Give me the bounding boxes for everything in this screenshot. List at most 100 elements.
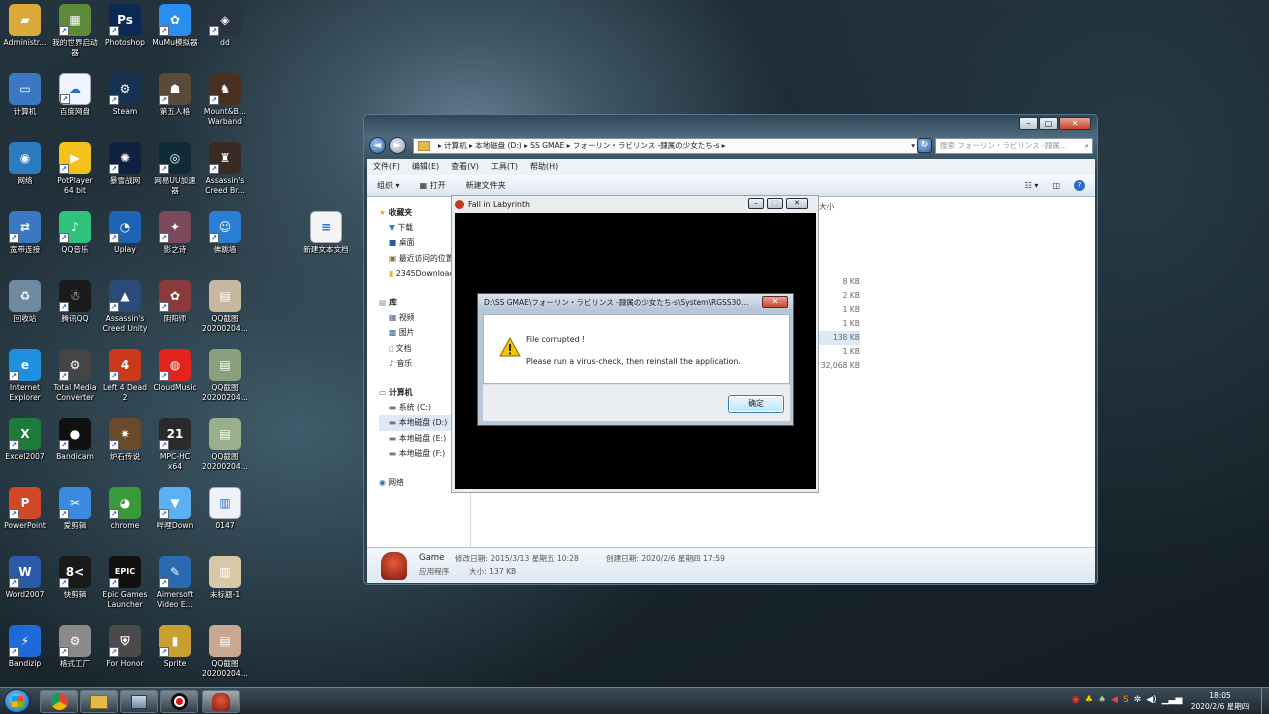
desktop-icon-30[interactable]: X ↗ Excel2007	[2, 418, 48, 462]
taskbar-game[interactable]	[202, 690, 240, 713]
desktop-icon-38[interactable]: ▼ ↗ 哔哩Down	[152, 487, 198, 531]
desktop-icon-7[interactable]: ⚙ ↗ Steam	[102, 73, 148, 117]
desktop-icon-11[interactable]: ▶ ↗ PotPlayer 64 bit	[52, 142, 98, 196]
desktop-icon-19[interactable]: ☺ ↗ 佛跳墙	[202, 211, 248, 255]
forward-button[interactable]: ►	[389, 137, 406, 154]
menu-tools[interactable]: 工具(T)	[491, 159, 518, 175]
help-icon[interactable]: ?	[1074, 180, 1085, 191]
taskbar-bandicam[interactable]	[160, 690, 198, 713]
desktop-icon-47[interactable]: ⛨ ↗ For Honor	[102, 625, 148, 669]
desktop-icon-13[interactable]: ◎ ↗ 网易UU加速器	[152, 142, 198, 196]
desktop-icon-23[interactable]: ✿ ↗ 阴阳师	[152, 280, 198, 324]
desktop-icon-50[interactable]: ≡ 新建文本文档	[303, 211, 349, 255]
desktop-icon-3[interactable]: ✿ ↗ MuMu模拟器	[152, 4, 198, 48]
view-options-icon[interactable]: ☷ ▾	[1025, 175, 1039, 196]
desktop-icon-33[interactable]: 21 ↗ MPC-HC x64	[152, 418, 198, 472]
game-maximize-button[interactable]: □	[767, 198, 783, 209]
desktop-icon-18[interactable]: ✦ ↗ 影之诗	[152, 211, 198, 255]
settings-tray-icon[interactable]: ✲	[1134, 695, 1142, 705]
network-tray-icon[interactable]: ♠	[1098, 695, 1106, 705]
desktop-icon-26[interactable]: ⚙↗Total Media Converter ...	[52, 349, 98, 405]
desktop-icon-29[interactable]: ▤ QQ截图20200204...	[202, 349, 248, 403]
qq-tray-icon[interactable]: ♣	[1085, 695, 1093, 705]
close-button[interactable]: ✕	[1059, 117, 1091, 130]
game-title-bar[interactable]: Fall in Labyrinth – □ ✕	[452, 196, 818, 213]
game-minimize-button[interactable]: –	[748, 198, 764, 209]
arrow-tray-icon[interactable]: ◀	[1111, 695, 1118, 705]
desktop-icon-42[interactable]: EPIC ↗ Epic Games Launcher	[102, 556, 148, 610]
desktop-icon-31[interactable]: ● ↗ Bandicam	[52, 418, 98, 462]
desktop-icon-21[interactable]: ☃ ↗ 腾讯QQ	[52, 280, 98, 324]
desktop-icon-4[interactable]: ◈ ↗ dd	[202, 4, 248, 48]
desktop-icon-24[interactable]: ▤ QQ截图20200204...	[202, 280, 248, 334]
menu-view[interactable]: 查看(V)	[451, 159, 479, 175]
menu-file[interactable]: 文件(F)	[373, 159, 400, 175]
desktop-icon-20[interactable]: ♻ 回收站	[2, 280, 48, 324]
address-dropdown-icon[interactable]: ▾	[911, 139, 915, 153]
refresh-button[interactable]: ↻	[917, 138, 932, 153]
back-button[interactable]: ◄	[369, 137, 386, 154]
desktop-icon-39[interactable]: ▥ 0147	[202, 487, 248, 531]
search-icon[interactable]: ⌕	[1085, 139, 1089, 153]
dialog-title-bar[interactable]: D:\SS GMAE\フォーリン・ラビリンス -隷属の少女たち-s\System…	[478, 294, 793, 311]
new-folder-button[interactable]: 新建文件夹	[466, 175, 506, 196]
desktop-icon-17[interactable]: ◔ ↗ Uplay	[102, 211, 148, 255]
preview-pane-icon[interactable]: ◫	[1052, 175, 1060, 196]
show-desktop-button[interactable]	[1261, 688, 1269, 714]
desktop-icon-35[interactable]: P ↗ PowerPoint	[2, 487, 48, 531]
organize-button[interactable]: 组织 ▾	[377, 175, 400, 196]
taskbar-app[interactable]	[120, 690, 158, 713]
desktop-icon-40[interactable]: W ↗ Word2007	[2, 556, 48, 600]
desktop-icon-32[interactable]: ✷ ↗ 炉石传说	[102, 418, 148, 462]
shortcut-arrow-icon: ↗	[9, 233, 19, 243]
ok-button[interactable]: 确定	[728, 395, 784, 413]
desktop-icon-46[interactable]: ⚙ ↗ 格式工厂	[52, 625, 98, 669]
taskbar-explorer[interactable]	[80, 690, 118, 713]
taskbar-chrome[interactable]	[40, 690, 78, 713]
detail-type: 应用程序	[419, 567, 450, 576]
desktop-icon-36[interactable]: ✂ ↗ 爱剪辑	[52, 487, 98, 531]
record-tray-icon[interactable]: ◉	[1072, 695, 1080, 705]
game-close-button[interactable]: ✕	[786, 198, 808, 209]
desktop-icon-25[interactable]: e ↗ Internet Explorer	[2, 349, 48, 403]
menu-help[interactable]: 帮助(H)	[530, 159, 558, 175]
volume-icon[interactable]: ◀)	[1146, 695, 1156, 705]
desktop-icon-9[interactable]: ♞ ↗ Mount&B... Warband	[202, 73, 248, 127]
desktop-icon-37[interactable]: ◕ ↗ chrome	[102, 487, 148, 531]
size-column-header[interactable]: 大小	[819, 201, 834, 212]
desktop-icon-14[interactable]: ♜ ↗ Assassin's Creed Br...	[202, 142, 248, 196]
antivirus-tray-icon[interactable]: S	[1123, 695, 1129, 705]
desktop-icon-44[interactable]: ▥ 未标题-1	[202, 556, 248, 600]
text-document-icon: ≡	[310, 211, 342, 243]
desktop-icon-43[interactable]: ✎ ↗ Aimersoft Video E...	[152, 556, 198, 610]
desktop-icon-10[interactable]: ◉ 网络	[2, 142, 48, 186]
desktop-icon-1[interactable]: ▦ ↗ 我的世界启动器	[52, 4, 98, 58]
dialog-close-button[interactable]: ✕	[762, 296, 788, 308]
desktop-icon-2[interactable]: Ps ↗ Photoshop	[102, 4, 148, 48]
desktop-icon-27[interactable]: 4 ↗ Left 4 Dead 2	[102, 349, 148, 403]
desktop-icon-48[interactable]: ▮ ↗ Sprite	[152, 625, 198, 669]
maximize-button[interactable]: □	[1039, 117, 1058, 130]
desktop-icon-6[interactable]: ☁ ↗ 百度网盘	[52, 73, 98, 117]
desktop-icon-22[interactable]: ▲ ↗ Assassin's Creed Unity	[102, 280, 148, 334]
address-bar[interactable]: ▸ 计算机 ▸ 本地磁盘 (D:) ▸ SS GMAE ▸ フォーリン・ラビリン…	[413, 138, 918, 154]
desktop-icon-5[interactable]: ▭ 计算机	[2, 73, 48, 117]
open-button[interactable]: ▦ 打开	[420, 175, 446, 196]
desktop-icon-0[interactable]: ▰ Administr...	[2, 4, 48, 48]
desktop-icon-49[interactable]: ▤ QQ截图20200204...	[202, 625, 248, 679]
desktop-icon-41[interactable]: 8< ↗ 快剪辑	[52, 556, 98, 600]
aijianji-icon: ✂ ↗	[59, 487, 91, 519]
desktop-icon-34[interactable]: ▤ QQ截图20200204...	[202, 418, 248, 472]
start-button[interactable]	[4, 689, 30, 713]
desktop-icon-12[interactable]: ✺ ↗ 暴雪战网	[102, 142, 148, 186]
desktop-icon-16[interactable]: ♪ ↗ QQ音乐	[52, 211, 98, 255]
desktop-icon-28[interactable]: ◍ ↗ CloudMusic	[152, 349, 198, 393]
desktop-icon-8[interactable]: ☗ ↗ 第五人格	[152, 73, 198, 117]
menu-edit[interactable]: 编辑(E)	[412, 159, 439, 175]
file-size-cell: 138 KB	[819, 331, 860, 345]
desktop-icon-15[interactable]: ⇄ ↗ 宽带连接	[2, 211, 48, 255]
minimize-button[interactable]: –	[1019, 117, 1038, 130]
clock[interactable]: 18:05 2020/2/6 星期四	[1180, 690, 1260, 712]
search-input[interactable]: 搜索 フォーリン・ラビリンス -隷属... ⌕	[935, 138, 1093, 154]
desktop-icon-45[interactable]: ⚡ ↗ Bandizip	[2, 625, 48, 669]
